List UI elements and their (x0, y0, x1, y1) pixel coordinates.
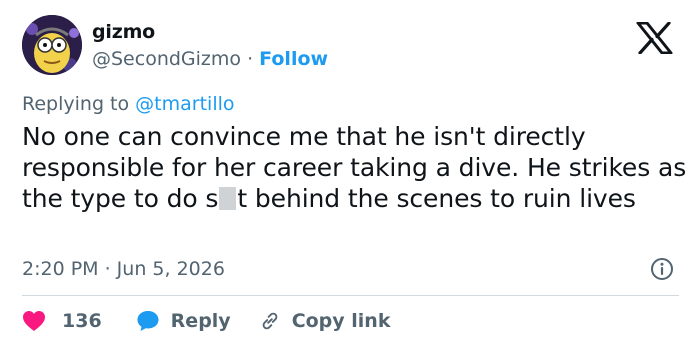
link-icon (262, 312, 278, 330)
like-count: 136 (62, 310, 102, 332)
reply-prefix: Replying to (22, 93, 130, 115)
copy-link-label: Copy link (291, 310, 391, 332)
author-handle[interactable]: @SecondGizmo (92, 48, 241, 70)
reply-mention-link[interactable]: @tmartillo (135, 93, 234, 115)
tweet-text-part: t behind the scenes to ruin lives (237, 184, 636, 213)
like-button[interactable]: 136 (22, 310, 102, 332)
tweet-text: No one can convince me that he isn't dir… (22, 121, 687, 214)
reply-button[interactable]: Reply (136, 309, 231, 333)
separator-dot: · (247, 48, 254, 70)
reply-label: Reply (170, 310, 231, 332)
author-handle-row: @SecondGizmo · Follow (92, 48, 328, 70)
reply-context: Replying to @tmartillo (22, 93, 235, 115)
divider (22, 295, 679, 296)
action-bar: 136 Reply Copy link (22, 305, 390, 337)
avatar-image (22, 15, 82, 75)
info-icon[interactable] (650, 257, 674, 281)
follow-button[interactable]: Follow (259, 48, 328, 70)
copy-link-button[interactable]: Copy link (259, 310, 391, 332)
censor-block (219, 187, 237, 210)
avatar[interactable] (22, 15, 82, 75)
tweet-timestamp[interactable]: 2:20 PM · Jun 5, 2026 (22, 258, 225, 280)
tweet-card: gizmo @SecondGizmo · Follow Replying to … (0, 0, 700, 348)
speech-bubble-icon (137, 311, 159, 331)
heart-icon (23, 311, 45, 331)
author-display-name[interactable]: gizmo (92, 21, 155, 43)
x-logo-icon[interactable] (636, 21, 673, 55)
